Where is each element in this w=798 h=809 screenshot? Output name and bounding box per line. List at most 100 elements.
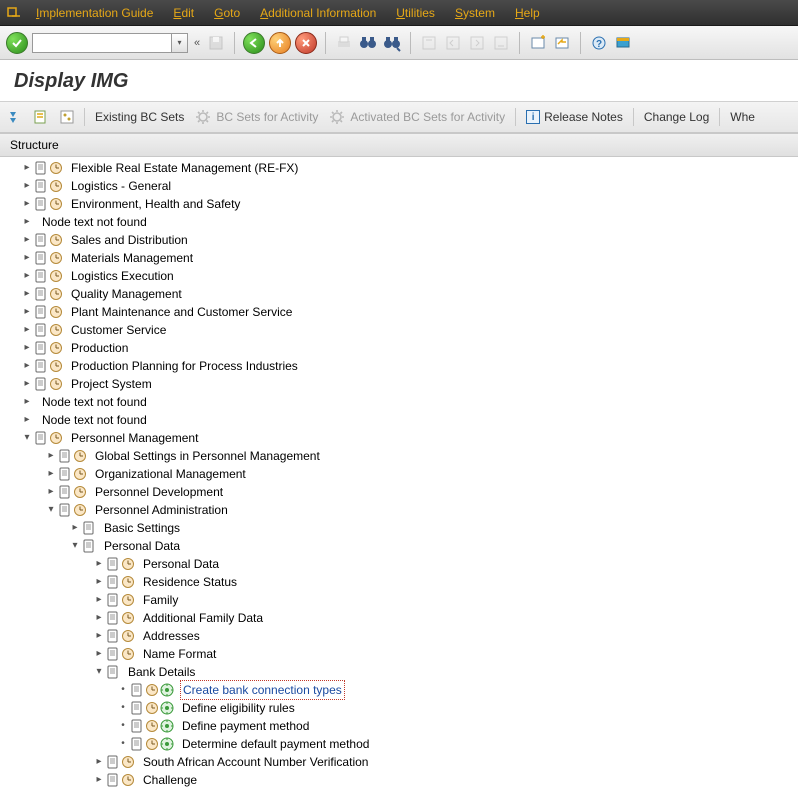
activity-icon[interactable] [73, 449, 87, 463]
execute-icon[interactable] [160, 737, 174, 751]
where-else-button[interactable]: Whe [730, 110, 755, 124]
tree-row[interactable]: ▸Project System [0, 375, 798, 393]
document-icon[interactable] [34, 323, 48, 337]
expand-icon[interactable]: ▸ [92, 573, 106, 591]
tree-row[interactable]: ▸Personal Data [0, 555, 798, 573]
activity-icon[interactable] [145, 737, 159, 751]
activity-icon[interactable] [49, 359, 63, 373]
tree-node-label[interactable]: Plant Maintenance and Customer Service [69, 303, 292, 321]
tree-row[interactable]: ▸South African Account Number Verificati… [0, 753, 798, 771]
expand-icon[interactable]: ▸ [92, 609, 106, 627]
tree-node-label[interactable]: Define eligibility rules [180, 699, 295, 717]
shortcut-icon[interactable] [552, 33, 572, 53]
document-icon[interactable] [106, 773, 120, 787]
tree-row[interactable]: ▸ Quality Management [0, 285, 798, 303]
first-page-icon[interactable] [419, 33, 439, 53]
tree-row[interactable]: ▸Environment, Health and Safety [0, 195, 798, 213]
activity-icon[interactable] [121, 557, 135, 571]
tree-node-label[interactable]: Global Settings in Personnel Management [93, 447, 320, 465]
document-icon[interactable] [130, 701, 144, 715]
tree-row[interactable]: •Define payment method [0, 717, 798, 735]
tree-row[interactable]: ▸ Production Planning for Process Industr… [0, 357, 798, 375]
collapse-icon[interactable]: ▾ [44, 501, 58, 519]
tree-row[interactable]: ▸ Plant Maintenance and Customer Service [0, 303, 798, 321]
tree-row[interactable]: ▸Name Format [0, 645, 798, 663]
tree-row[interactable]: ▾Personnel Management [0, 429, 798, 447]
help-icon[interactable]: ? [589, 33, 609, 53]
expand-icon[interactable]: ▸ [44, 483, 58, 501]
execute-icon[interactable] [160, 701, 174, 715]
tree-row[interactable]: ▾ Bank Details [0, 663, 798, 681]
activity-icon[interactable] [121, 575, 135, 589]
activity-icon[interactable] [121, 647, 135, 661]
expand-icon[interactable]: ▸ [20, 303, 34, 321]
tree-node-label[interactable]: South African Account Number Verificatio… [141, 753, 368, 771]
tree-node-label[interactable]: Residence Status [141, 573, 237, 591]
expand-icon[interactable]: ▸ [20, 411, 34, 429]
tree-row[interactable]: ▸ Global Settings in Personnel Management [0, 447, 798, 465]
expand-icon[interactable]: ▸ [92, 645, 106, 663]
document-icon[interactable] [106, 593, 120, 607]
tree-row[interactable]: ▸Basic Settings [0, 519, 798, 537]
expand-icon[interactable]: ▸ [20, 339, 34, 357]
document-icon[interactable] [34, 233, 48, 247]
print-icon[interactable] [334, 33, 354, 53]
collapse-icon[interactable]: ▾ [68, 537, 82, 555]
activity-icon[interactable] [145, 683, 159, 697]
existing-bc-sets-button[interactable]: Existing BC Sets [95, 110, 184, 124]
expand-icon[interactable]: ▸ [68, 519, 82, 537]
tree-node-label[interactable]: Customer Service [69, 321, 166, 339]
expand-icon[interactable]: ▸ [20, 267, 34, 285]
tree-node-label[interactable]: Quality Management [69, 285, 182, 303]
tree-row[interactable]: ▸Materials Management [0, 249, 798, 267]
tree-row[interactable]: ▸Personnel Development [0, 483, 798, 501]
tree-row[interactable]: ▸Logistics - General [0, 177, 798, 195]
menu-edit[interactable]: Edit [163, 6, 204, 20]
activity-icon[interactable] [49, 377, 63, 391]
activity-icon[interactable] [145, 701, 159, 715]
collapse-icon[interactable]: ▾ [92, 663, 106, 681]
tree-node-label[interactable]: Production Planning for Process Industri… [69, 357, 298, 375]
bc-sets-activity-button[interactable]: BC Sets for Activity [194, 108, 318, 126]
document-icon[interactable] [34, 341, 48, 355]
tree-row[interactable]: ▸Logistics Execution [0, 267, 798, 285]
activity-icon[interactable] [49, 305, 63, 319]
expand-icon[interactable]: ▸ [20, 357, 34, 375]
toolbar-collapse[interactable]: « [192, 37, 202, 49]
execute-icon[interactable] [160, 719, 174, 733]
expand-icon[interactable]: ▸ [20, 285, 34, 303]
document-icon[interactable] [58, 467, 72, 481]
tree-node-label[interactable]: Production [69, 339, 128, 357]
tree-row[interactable]: ▸Flexible Real Estate Management (RE-FX) [0, 159, 798, 177]
expand-icon[interactable]: ▸ [20, 159, 34, 177]
activity-icon[interactable] [121, 593, 135, 607]
activity-icon[interactable] [145, 719, 159, 733]
expand-icon[interactable]: ▸ [20, 321, 34, 339]
tree-node-label[interactable]: Bank Details [126, 663, 195, 681]
document-icon[interactable] [34, 359, 48, 373]
tree-node-label[interactable]: Node text not found [40, 213, 147, 231]
tree-node-label[interactable]: Create bank connection types [180, 680, 345, 700]
activity-icon[interactable] [49, 233, 63, 247]
activity-icon[interactable] [49, 251, 63, 265]
tree-row[interactable]: ▸Sales and Distribution [0, 231, 798, 249]
activity-icon[interactable] [49, 197, 63, 211]
tree-row[interactable]: ▸Organizational Management [0, 465, 798, 483]
document-icon[interactable] [106, 611, 120, 625]
menu-help[interactable]: Help [505, 6, 550, 20]
expand-icon[interactable]: ▸ [44, 447, 58, 465]
document-icon[interactable] [82, 521, 96, 535]
menu-utilities[interactable]: Utilities [386, 6, 445, 20]
document-icon[interactable] [34, 287, 48, 301]
tree-node-label[interactable]: Personnel Management [69, 429, 198, 447]
activity-icon[interactable] [49, 161, 63, 175]
document-icon[interactable] [130, 719, 144, 733]
tree-row[interactable]: •Create bank connection types [0, 681, 798, 699]
document-icon[interactable] [106, 575, 120, 589]
expand-icon[interactable]: ▸ [44, 465, 58, 483]
document-icon[interactable] [34, 197, 48, 211]
menu-app-icon[interactable] [4, 3, 24, 23]
menu-implementation-guide[interactable]: Implementation Guide [26, 6, 163, 20]
document-icon[interactable] [34, 251, 48, 265]
tree-node-label[interactable]: Addresses [141, 627, 200, 645]
